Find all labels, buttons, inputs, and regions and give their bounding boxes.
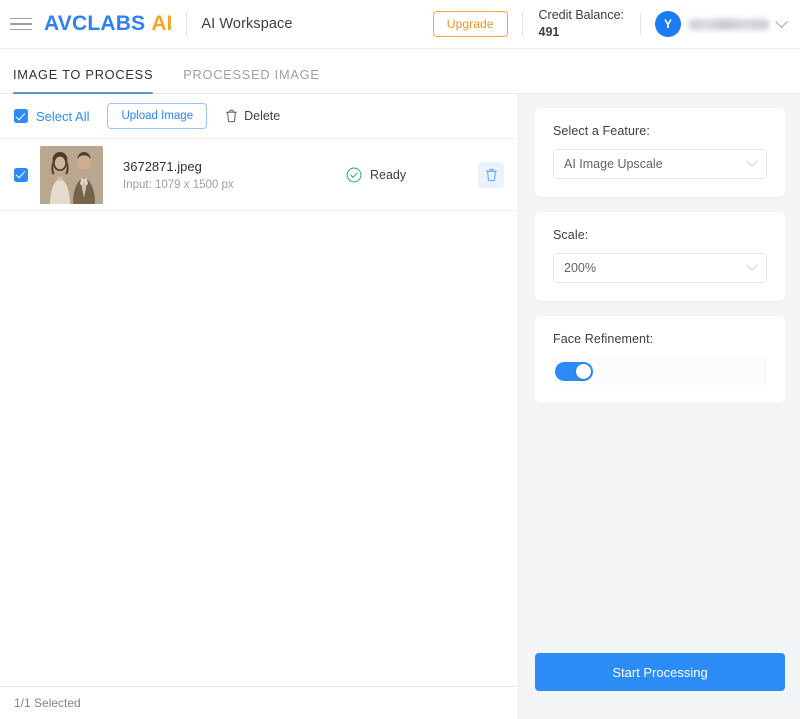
- status-badge: Ready: [346, 167, 466, 183]
- app-header: AVCLABS AI AI Workspace Upgrade Credit B…: [0, 0, 800, 49]
- tab-processed-image[interactable]: PROCESSED IMAGE: [183, 67, 319, 93]
- feature-select[interactable]: AI Image Upscale: [553, 149, 767, 179]
- header-right-group: Upgrade Credit Balance: 491 Y: [432, 7, 788, 41]
- app-root: AVCLABS AI AI Workspace Upgrade Credit B…: [0, 0, 800, 719]
- hamburger-menu-icon[interactable]: [10, 13, 32, 35]
- select-all-label: Select All: [36, 108, 90, 124]
- credit-balance: Credit Balance: 491: [537, 7, 626, 41]
- selection-status-bar: 1/1 Selected: [0, 686, 518, 719]
- workspace-title: AI Workspace: [201, 16, 293, 32]
- file-name: 3672871.jpeg: [123, 158, 202, 174]
- file-thumbnail: [40, 145, 103, 204]
- settings-spacer: [535, 418, 785, 653]
- file-toolbar: Select All Upload Image Delete: [0, 94, 518, 139]
- face-refinement-toggle-row: [553, 357, 767, 385]
- scale-panel: Scale: 200%: [535, 212, 785, 301]
- delete-button[interactable]: Delete: [225, 109, 280, 123]
- chevron-down-icon: [746, 155, 758, 167]
- file-list: 3672871.jpeg Input: 1079 x 1500 px Ready: [0, 139, 518, 686]
- select-all-checkbox[interactable]: [14, 109, 28, 123]
- brand-logo[interactable]: AVCLABS AI: [44, 12, 172, 36]
- face-refinement-panel: Face Refinement:: [535, 316, 785, 403]
- table-row[interactable]: 3672871.jpeg Input: 1079 x 1500 px Ready: [0, 139, 518, 211]
- tab-image-to-process[interactable]: IMAGE TO PROCESS: [13, 67, 154, 94]
- delete-label: Delete: [244, 109, 281, 123]
- brand-ai-label: AI: [151, 12, 173, 35]
- brand-name-label: AVCLABS: [44, 12, 146, 35]
- chevron-down-icon: [775, 14, 788, 28]
- face-refinement-toggle[interactable]: [555, 361, 593, 381]
- feature-panel: Select a Feature: AI Image Upscale: [535, 108, 785, 197]
- trash-icon: [226, 109, 238, 123]
- header-divider-1: [186, 13, 188, 35]
- upgrade-button[interactable]: Upgrade: [432, 11, 508, 37]
- trash-icon: [485, 168, 497, 181]
- status-label: Ready: [370, 167, 407, 182]
- credit-balance-value: 491: [538, 25, 560, 39]
- scale-select[interactable]: 200%: [553, 253, 767, 283]
- upload-image-button[interactable]: Upload Image: [107, 103, 208, 129]
- header-divider-2: [521, 13, 523, 35]
- file-info: 3672871.jpeg Input: 1079 x 1500 px: [115, 159, 334, 191]
- chevron-down-icon: [746, 259, 758, 271]
- credit-balance-label: Credit Balance:: [538, 8, 624, 23]
- toggle-knob: [576, 363, 591, 379]
- thumbnail-image: [40, 145, 103, 204]
- settings-panel: Select a Feature: AI Image Upscale Scale…: [519, 94, 800, 719]
- scale-label: Scale:: [553, 228, 589, 242]
- file-row-checkbox[interactable]: [14, 167, 28, 182]
- account-menu[interactable]: Y: [655, 11, 788, 37]
- main-body: Select All Upload Image Delete 3672871.j…: [0, 94, 800, 719]
- file-input-dimensions: Input: 1079 x 1500 px: [123, 178, 234, 191]
- selected-count-label: 1/1 Selected: [14, 696, 81, 710]
- username-label: [689, 18, 769, 30]
- feature-label: Select a Feature:: [553, 124, 650, 138]
- face-refinement-label: Face Refinement:: [553, 332, 654, 346]
- check-circle-icon: [346, 167, 362, 182]
- header-divider-3: [640, 13, 641, 35]
- file-panel: Select All Upload Image Delete 3672871.j…: [0, 94, 519, 719]
- feature-select-value: AI Image Upscale: [564, 157, 663, 171]
- select-all-control[interactable]: Select All: [14, 109, 89, 124]
- avatar: Y: [655, 11, 681, 37]
- tab-bar: IMAGE TO PROCESS PROCESSED IMAGE: [0, 49, 800, 94]
- start-processing-button[interactable]: Start Processing: [535, 653, 785, 691]
- scale-select-value: 200%: [564, 261, 596, 275]
- row-delete-button[interactable]: [478, 161, 504, 188]
